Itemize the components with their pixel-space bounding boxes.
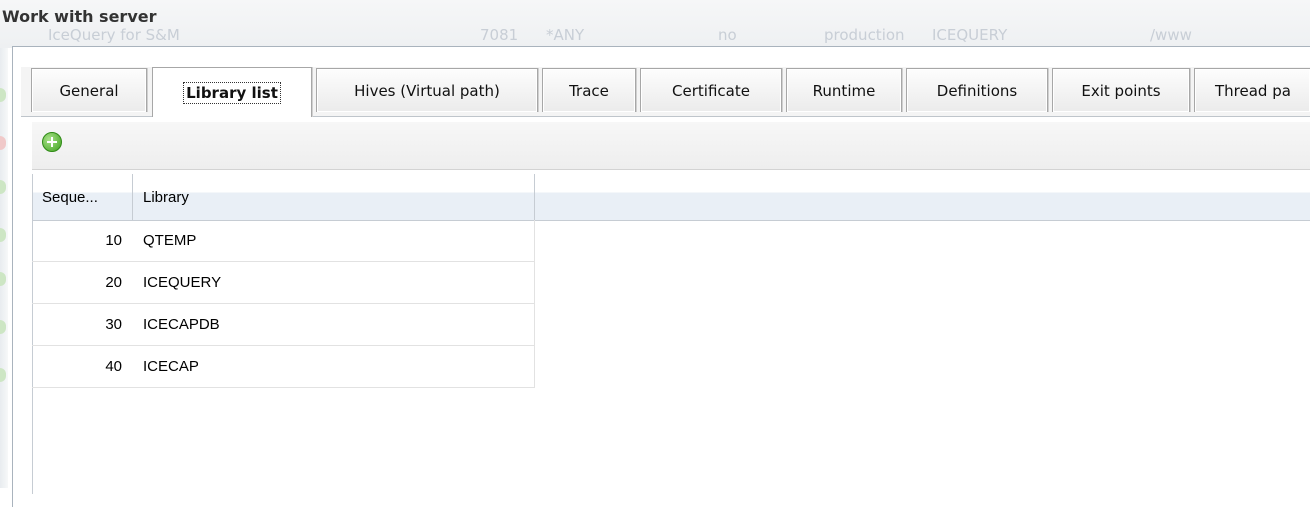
bg-cell-name: IceQuery for S&M: [48, 26, 180, 44]
sequence-cell: 40: [105, 358, 122, 375]
tab-exit-points[interactable]: Exit points: [1052, 68, 1190, 112]
tab-library-list[interactable]: Library list: [152, 67, 312, 117]
sequence-cell: 10: [105, 232, 122, 249]
grid-column-border: [534, 220, 535, 388]
bg-cell-path: /www: [1150, 26, 1192, 44]
tab-general[interactable]: General: [31, 68, 147, 112]
library-cell: QTEMP: [143, 232, 197, 249]
tab-definitions[interactable]: Definitions: [906, 68, 1048, 112]
tab-thread-pool[interactable]: Thread pa: [1194, 68, 1310, 112]
tab-trace[interactable]: Trace: [542, 68, 636, 112]
column-header-library[interactable]: Library: [133, 174, 535, 220]
bg-cell-address: *ANY: [546, 26, 585, 44]
add-circle-icon[interactable]: [42, 132, 62, 152]
bg-cell-port: 7081: [480, 26, 519, 44]
tab-hives[interactable]: Hives (Virtual path): [316, 68, 538, 112]
table-row[interactable]: 10 QTEMP: [32, 220, 535, 262]
sequence-cell: 20: [105, 274, 122, 291]
library-cell: ICECAPDB: [143, 316, 220, 333]
tab-runtime[interactable]: Runtime: [786, 68, 902, 112]
library-cell: ICECAP: [143, 358, 199, 375]
sequence-cell: 30: [105, 316, 122, 333]
bg-cell-library: ICEQUERY: [932, 26, 1008, 44]
tab-certificate[interactable]: Certificate: [640, 68, 782, 112]
bg-cell-flag: no: [718, 26, 737, 44]
bg-cell-env: production: [824, 26, 905, 44]
table-row[interactable]: 20 ICEQUERY: [32, 262, 535, 304]
column-header-sequence[interactable]: Seque...: [32, 174, 133, 220]
library-cell: ICEQUERY: [143, 274, 222, 291]
background-window-strip: [0, 0, 8, 488]
table-row[interactable]: 40 ICECAP: [32, 346, 535, 388]
dialog-title: Work with server: [2, 7, 157, 26]
background-server-row: IceQuery for S&M 7081 *ANY no production…: [0, 0, 1310, 48]
toolbar: [32, 122, 1310, 170]
table-row[interactable]: 30 ICECAPDB: [32, 304, 535, 346]
